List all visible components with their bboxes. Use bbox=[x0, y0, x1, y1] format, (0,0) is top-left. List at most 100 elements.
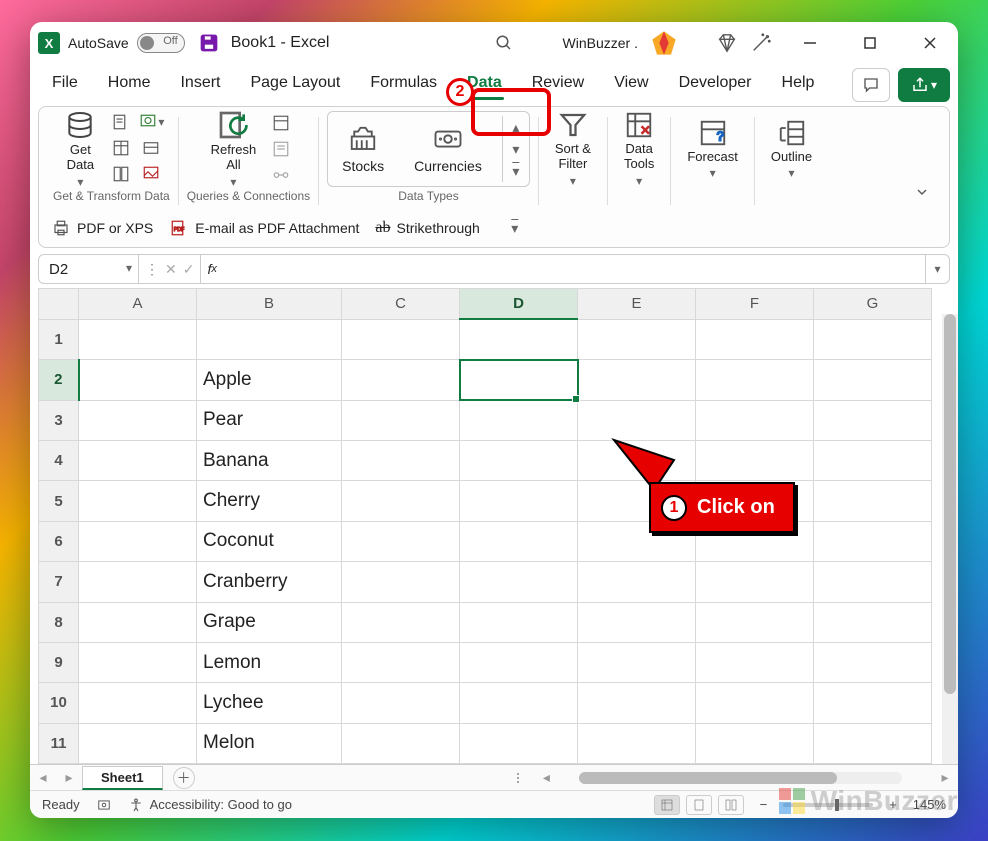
refresh-all-button[interactable]: Refresh All ▾ bbox=[203, 107, 265, 191]
from-picture-icon[interactable] bbox=[138, 163, 164, 185]
cell[interactable] bbox=[578, 683, 696, 723]
cell[interactable] bbox=[342, 319, 460, 359]
cell[interactable] bbox=[814, 441, 932, 481]
cell[interactable] bbox=[814, 683, 932, 723]
cell[interactable]: Lemon bbox=[197, 642, 342, 682]
cell[interactable] bbox=[578, 642, 696, 682]
tab-help[interactable]: Help bbox=[768, 68, 829, 102]
row-header[interactable]: 7 bbox=[39, 562, 79, 602]
row-header[interactable]: 2 bbox=[39, 360, 79, 400]
datatype-down-icon[interactable]: ▾ bbox=[507, 138, 525, 160]
account-name[interactable]: WinBuzzer . bbox=[563, 35, 638, 51]
new-sheet-button[interactable]: ＋ bbox=[173, 767, 195, 789]
collapse-ribbon-icon[interactable] bbox=[909, 179, 935, 205]
col-header[interactable]: G bbox=[814, 289, 932, 320]
datatype-up-icon[interactable]: ▴ bbox=[507, 116, 525, 138]
edit-links-icon[interactable] bbox=[268, 164, 294, 186]
zoom-level[interactable]: 145% bbox=[913, 797, 946, 812]
cell[interactable] bbox=[814, 319, 932, 359]
cell[interactable] bbox=[460, 319, 578, 359]
accessibility-status[interactable]: Accessibility: Good to go bbox=[128, 797, 292, 813]
fx-icon[interactable]: fx bbox=[201, 261, 222, 277]
cell[interactable] bbox=[578, 441, 696, 481]
cell[interactable] bbox=[814, 562, 932, 602]
name-box[interactable]: D2 ▾ bbox=[39, 255, 139, 283]
tab-file[interactable]: File bbox=[38, 68, 92, 102]
cell[interactable]: Pear bbox=[197, 400, 342, 440]
cell[interactable]: Cranberry bbox=[197, 562, 342, 602]
cell[interactable] bbox=[460, 400, 578, 440]
cell[interactable] bbox=[342, 360, 460, 400]
cell[interactable] bbox=[197, 319, 342, 359]
cell[interactable] bbox=[814, 642, 932, 682]
from-text-icon[interactable] bbox=[108, 111, 134, 133]
zoom-in-button[interactable]: + bbox=[889, 797, 897, 812]
maximize-button[interactable] bbox=[850, 23, 890, 63]
sheet-tab[interactable]: Sheet1 bbox=[82, 766, 163, 790]
account-picture-icon[interactable] bbox=[650, 29, 678, 57]
cell[interactable] bbox=[79, 723, 197, 763]
from-table-icon[interactable] bbox=[108, 137, 134, 159]
col-header[interactable]: A bbox=[79, 289, 197, 320]
col-header[interactable]: C bbox=[342, 289, 460, 320]
cell[interactable]: Cherry bbox=[197, 481, 342, 521]
expand-formula-icon[interactable]: ▾ bbox=[925, 255, 949, 283]
tab-insert[interactable]: Insert bbox=[166, 68, 234, 102]
cell[interactable] bbox=[79, 642, 197, 682]
sheet-nav-next-icon[interactable]: ▸ bbox=[60, 769, 78, 787]
row-header[interactable]: 4 bbox=[39, 441, 79, 481]
cell[interactable] bbox=[696, 360, 814, 400]
hscroll-right-icon[interactable]: ▸ bbox=[936, 769, 954, 787]
cell[interactable] bbox=[814, 360, 932, 400]
minimize-button[interactable] bbox=[790, 23, 830, 63]
cell[interactable] bbox=[814, 521, 932, 561]
col-header[interactable]: F bbox=[696, 289, 814, 320]
cell[interactable] bbox=[814, 400, 932, 440]
page-layout-view-button[interactable] bbox=[686, 795, 712, 815]
cell[interactable] bbox=[342, 683, 460, 723]
cell[interactable] bbox=[79, 683, 197, 723]
cell[interactable] bbox=[814, 481, 932, 521]
from-web-icon[interactable]: ▾ bbox=[138, 111, 164, 133]
col-header[interactable]: D bbox=[460, 289, 578, 320]
cell[interactable] bbox=[79, 481, 197, 521]
diamond-icon[interactable] bbox=[714, 30, 740, 56]
cell[interactable] bbox=[342, 642, 460, 682]
cell[interactable] bbox=[79, 602, 197, 642]
email-pdf-button[interactable]: PDF E-mail as PDF Attachment bbox=[169, 219, 359, 237]
cell[interactable] bbox=[79, 360, 197, 400]
hscroll-left-icon[interactable]: ◂ bbox=[537, 769, 555, 787]
data-tools-button[interactable]: Data Tools ▾ bbox=[616, 108, 662, 190]
cell[interactable] bbox=[578, 723, 696, 763]
cell[interactable] bbox=[460, 481, 578, 521]
cell[interactable] bbox=[578, 602, 696, 642]
cell[interactable]: Apple bbox=[197, 360, 342, 400]
split-handle[interactable] bbox=[517, 768, 525, 788]
row-header[interactable]: 3 bbox=[39, 400, 79, 440]
cell[interactable] bbox=[696, 441, 814, 481]
cell[interactable] bbox=[814, 602, 932, 642]
horizontal-scrollbar[interactable] bbox=[579, 772, 902, 784]
cell[interactable] bbox=[696, 642, 814, 682]
save-icon[interactable] bbox=[199, 33, 219, 53]
cell[interactable] bbox=[696, 723, 814, 763]
cell[interactable] bbox=[342, 723, 460, 763]
comments-button[interactable] bbox=[852, 68, 890, 102]
cell[interactable] bbox=[79, 562, 197, 602]
cell[interactable] bbox=[460, 441, 578, 481]
cell[interactable] bbox=[578, 319, 696, 359]
cell[interactable] bbox=[460, 360, 578, 400]
normal-view-button[interactable] bbox=[654, 795, 680, 815]
cell[interactable] bbox=[342, 602, 460, 642]
queries-icon[interactable] bbox=[268, 112, 294, 134]
cell[interactable] bbox=[460, 642, 578, 682]
row-header[interactable]: 9 bbox=[39, 642, 79, 682]
formula-input[interactable] bbox=[223, 255, 925, 283]
worksheet-grid[interactable]: ABCDEFG12Apple3Pear4Banana5Cherry6Coconu… bbox=[38, 288, 958, 764]
tab-formulas[interactable]: Formulas bbox=[356, 68, 451, 102]
wand-icon[interactable] bbox=[748, 30, 774, 56]
cell[interactable]: Melon bbox=[197, 723, 342, 763]
autosave-toggle[interactable]: Off bbox=[137, 33, 185, 53]
zoom-slider[interactable] bbox=[783, 803, 873, 807]
properties-icon[interactable] bbox=[268, 138, 294, 160]
